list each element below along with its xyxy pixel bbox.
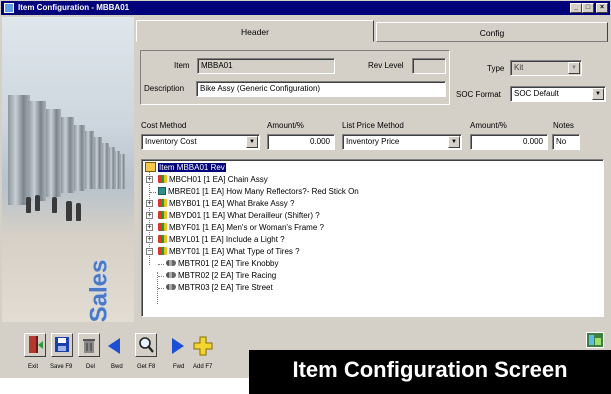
tree-child-label: MBTR01 [2 EA] Tire Knobby: [178, 259, 279, 268]
grid-icon: [158, 187, 166, 195]
tab-config[interactable]: Config: [376, 22, 608, 42]
tree-item-label: MBYF01 [1 EA] Men's or Woman's Frame ?: [169, 223, 324, 232]
magnifier-icon: [139, 337, 154, 353]
exit-button[interactable]: [24, 333, 46, 357]
plus-icon: [193, 336, 213, 356]
expand-icon[interactable]: +: [146, 224, 153, 231]
cost-method-dropdown[interactable]: Inventory Cost ▼: [141, 134, 260, 150]
exit-label: Exit: [28, 364, 39, 370]
delete-button[interactable]: [78, 333, 100, 357]
chevron-down-icon[interactable]: ▼: [592, 88, 604, 100]
sales-sidebar-image: Sales: [2, 17, 134, 322]
description-field[interactable]: Bike Assy (Generic Configuration): [196, 81, 446, 97]
type-value: Kit: [514, 63, 524, 72]
collapse-icon[interactable]: −: [146, 248, 153, 255]
item-root-icon: [145, 162, 156, 172]
delete-label: Del: [86, 364, 96, 370]
tree-item-label: MBYD01 [1 EA] What Derailleur (Shifter) …: [169, 211, 320, 220]
tab-header[interactable]: Header: [136, 20, 374, 42]
minimize-button[interactable]: _: [570, 3, 582, 13]
type-label: Type: [487, 64, 505, 73]
cost-method-label: Cost Method: [141, 121, 187, 130]
feature-icon: [158, 223, 167, 231]
trash-can-icon: [83, 339, 95, 353]
backward-label: Bwd: [111, 364, 123, 370]
soc-format-value: SOC Default: [514, 89, 559, 98]
list-price-method-dropdown[interactable]: Inventory Price ▼: [342, 134, 462, 150]
add-button[interactable]: [193, 335, 213, 357]
option-icon: [166, 260, 176, 266]
chevron-down-icon[interactable]: ▼: [568, 62, 580, 74]
feature-icon: [158, 175, 167, 183]
chevron-down-icon[interactable]: ▼: [448, 136, 460, 148]
title-bar: Item Configuration - MBBA01 _ □ ×: [1, 1, 610, 15]
tree-item-label: MBRE01 [1 EA] How Many Reflectors?- Red …: [168, 187, 359, 196]
notes-field[interactable]: No: [552, 134, 580, 150]
rev-level-field[interactable]: [412, 58, 446, 74]
close-button[interactable]: ×: [596, 3, 608, 13]
add-label: Add F7: [193, 364, 213, 370]
feature-icon: [158, 211, 167, 219]
tree-item-label: MBYB01 [1 EA] What Brake Assy ?: [169, 199, 295, 208]
expand-icon[interactable]: +: [146, 236, 153, 243]
option-icon: [166, 272, 176, 278]
tree-item-label: MBYT01 [1 EA] What Type of Tires ?: [169, 247, 300, 256]
forward-label: Fwd: [173, 364, 185, 370]
save-label: Save F9: [50, 364, 73, 370]
feature-icon: [158, 235, 167, 243]
tree-root[interactable]: Item MBBA01 Rev: [145, 162, 226, 173]
item-field[interactable]: MBBA01: [197, 58, 335, 74]
tree-child-label: MBTR03 [2 EA] Tire Street: [178, 283, 273, 292]
chevron-down-icon[interactable]: ▼: [246, 136, 258, 148]
tree-item-label: MBCH01 [1 EA] Chain Assy: [169, 175, 268, 184]
rev-level-label: Rev Level: [368, 61, 404, 70]
status-icon[interactable]: [586, 332, 604, 348]
feature-icon: [158, 247, 167, 255]
floppy-disk-icon: [55, 337, 69, 352]
expand-icon[interactable]: +: [146, 200, 153, 207]
expand-icon[interactable]: +: [146, 212, 153, 219]
get-button[interactable]: [135, 333, 157, 357]
caption-banner: Item Configuration Screen: [249, 350, 611, 394]
cost-method-value: Inventory Cost: [145, 137, 197, 146]
forward-arrow-icon[interactable]: [170, 337, 186, 357]
item-label: Item: [174, 61, 190, 70]
sales-brand-text: Sales: [85, 259, 113, 322]
expand-icon[interactable]: +: [146, 176, 153, 183]
config-tree[interactable]: Item MBBA01 Rev + MBCH01 [1 EA] Chain As…: [141, 159, 604, 317]
amount-field-2[interactable]: 0.000: [470, 134, 548, 150]
get-label: Get F8: [137, 364, 156, 370]
backward-arrow-icon[interactable]: [106, 337, 122, 357]
tree-child-label: MBTR02 [2 EA] Tire Racing: [178, 271, 277, 280]
amount-field-1[interactable]: 0.000: [267, 134, 335, 150]
save-button[interactable]: [51, 333, 73, 357]
tree-root-label: Item MBBA01 Rev: [158, 163, 226, 172]
exit-icon: [29, 336, 43, 353]
list-price-method-label: List Price Method: [342, 121, 404, 130]
amount-label-2: Amount/%: [470, 121, 507, 130]
description-label: Description: [144, 84, 185, 93]
notes-label: Notes: [553, 121, 574, 130]
soc-format-label: SOC Format: [456, 90, 501, 99]
soc-format-dropdown[interactable]: SOC Default ▼: [510, 86, 606, 102]
type-dropdown[interactable]: Kit ▼: [510, 60, 582, 76]
maximize-button[interactable]: □: [582, 3, 594, 13]
window-title: Item Configuration - MBBA01: [18, 3, 130, 12]
tree-item-label: MBYL01 [1 EA] Include a Light ?: [169, 235, 285, 244]
option-icon: [166, 284, 176, 290]
list-price-method-value: Inventory Price: [346, 137, 400, 146]
amount-label-1: Amount/%: [267, 121, 304, 130]
app-window: Item Configuration - MBBA01 _ □ × Sales …: [0, 0, 611, 378]
app-icon: [4, 3, 14, 13]
feature-icon: [158, 199, 167, 207]
